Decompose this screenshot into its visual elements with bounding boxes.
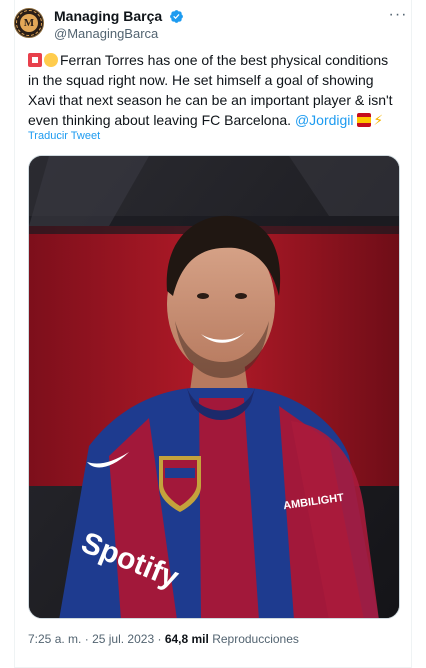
spain-flag-icon bbox=[357, 113, 372, 127]
translate-tweet-link[interactable]: Traducir Tweet bbox=[28, 130, 100, 142]
views-count: 64,8 mil bbox=[164, 632, 209, 646]
author-display-name[interactable]: Managing Barça bbox=[54, 8, 162, 25]
lightning-icon: ⚡ bbox=[373, 112, 384, 128]
meta-separator: · bbox=[84, 632, 89, 646]
author-block: Managing Barça @ManagingBarca bbox=[54, 8, 184, 42]
tweet-header: M Managing Barça @ManagingBarca ··· bbox=[14, 7, 412, 42]
more-options-icon[interactable]: ··· bbox=[388, 7, 408, 24]
views-label: Reproducciones bbox=[212, 632, 299, 646]
smile-emoji-icon bbox=[44, 53, 58, 67]
mention-link[interactable]: @Jordigil bbox=[295, 112, 354, 128]
meta-separator-2: · bbox=[157, 632, 162, 646]
tweet-photo[interactable]: Spotify AMBILIGHT bbox=[28, 155, 400, 619]
tweet-time[interactable]: 7:25 a. m. bbox=[28, 632, 81, 646]
verified-badge-icon bbox=[169, 10, 183, 24]
flag-emoji-icon bbox=[28, 53, 42, 67]
tweet-meta: 7:25 a. m. · 25 jul. 2023 · 64,8 mil Rep… bbox=[28, 631, 299, 647]
tweet-date[interactable]: 25 jul. 2023 bbox=[92, 632, 154, 646]
tweet-text: Ferran Torres has one of the best physic… bbox=[28, 50, 398, 130]
avatar-letter: M bbox=[20, 14, 38, 32]
author-handle[interactable]: @ManagingBarca bbox=[54, 26, 184, 42]
avatar[interactable]: M bbox=[14, 8, 44, 38]
